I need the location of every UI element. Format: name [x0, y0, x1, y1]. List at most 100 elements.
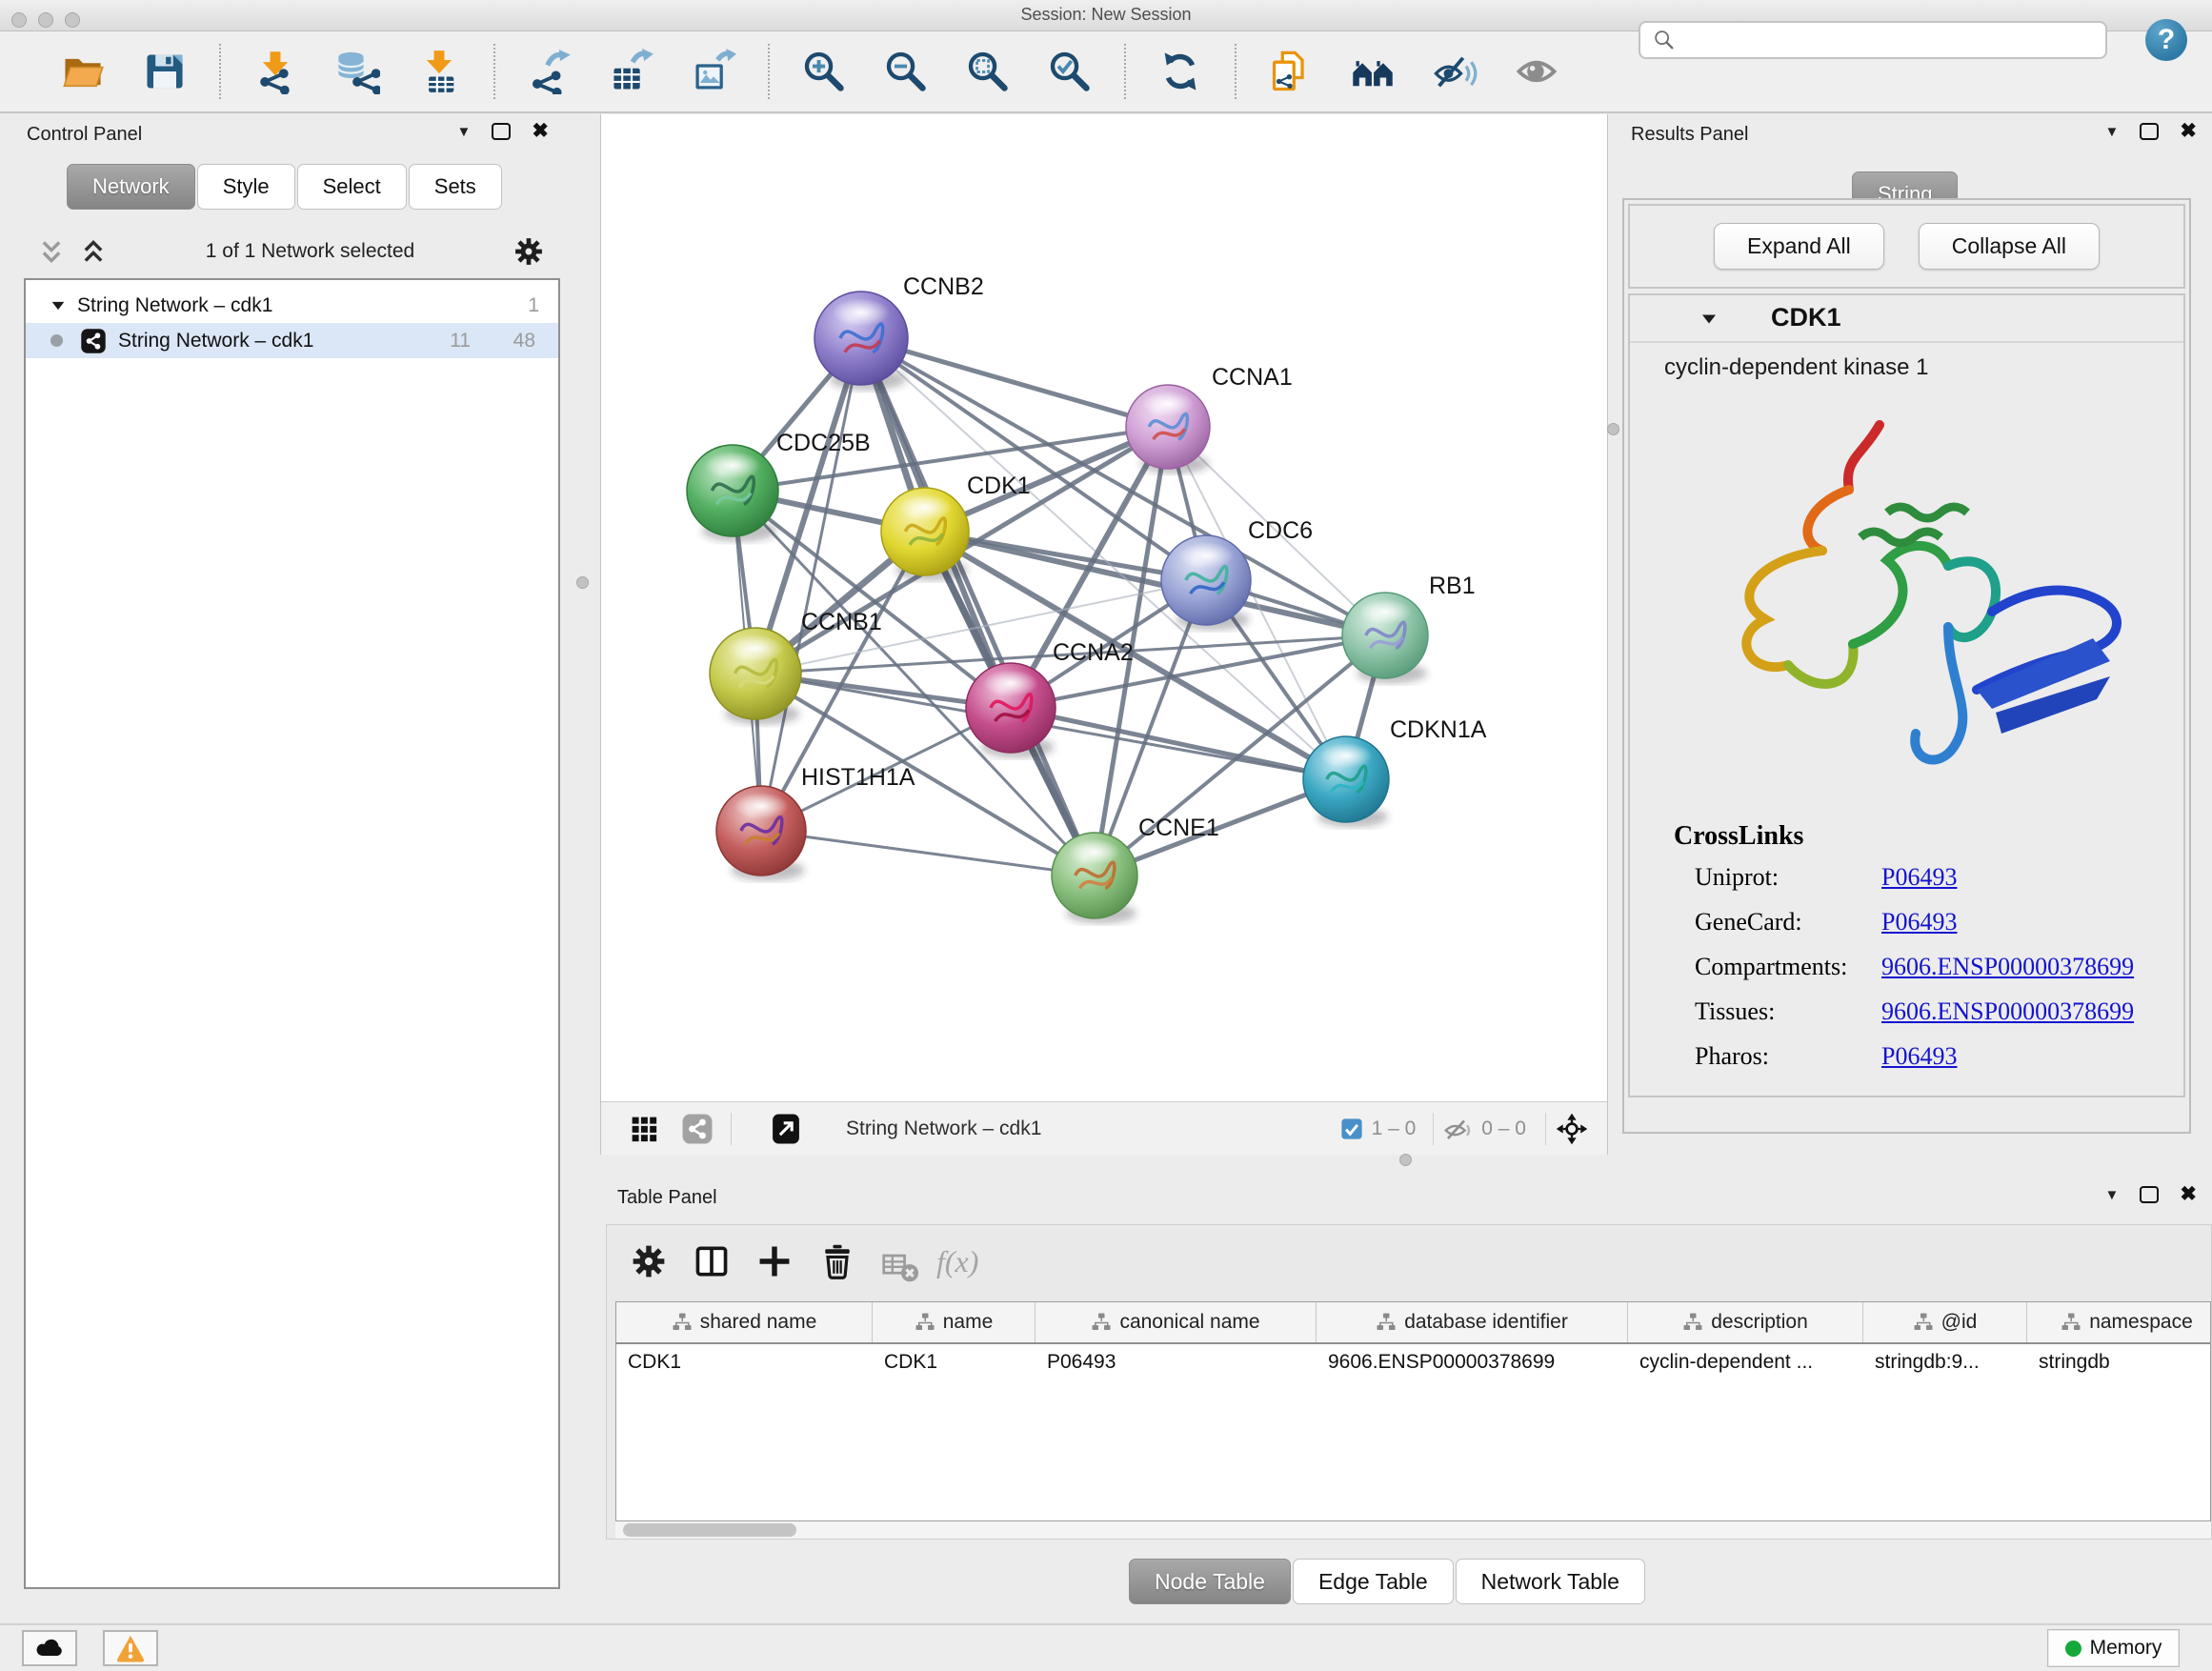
- left-splitter-handle[interactable]: [576, 576, 589, 589]
- table-cell[interactable]: stringdb:9...: [1863, 1344, 2027, 1379]
- add-column-icon[interactable]: [755, 1242, 794, 1280]
- maximize-panel-icon[interactable]: [492, 123, 511, 140]
- hide-glass-eye-icon[interactable]: [1430, 47, 1479, 96]
- close-panel-icon[interactable]: ✖: [2180, 1185, 2197, 1204]
- bottom-splitter-handle[interactable]: [1399, 1154, 1412, 1166]
- network-node-CCNA2[interactable]: [966, 663, 1056, 758]
- table-cell[interactable]: 9606.ENSP00000378699: [1317, 1344, 1628, 1379]
- open-session-icon[interactable]: [58, 47, 108, 96]
- scrollbar-thumb[interactable]: [623, 1523, 796, 1537]
- network-share-icon[interactable]: [681, 1113, 714, 1145]
- memory-button[interactable]: Memory: [2047, 1629, 2180, 1667]
- close-panel-icon[interactable]: ✖: [532, 122, 549, 141]
- close-panel-icon[interactable]: ✖: [2180, 122, 2197, 141]
- export-table-icon[interactable]: [607, 47, 656, 96]
- import-table-icon[interactable]: [414, 47, 464, 96]
- import-network-database-icon[interactable]: [332, 47, 382, 96]
- crosslink-link[interactable]: P06493: [1881, 863, 1957, 892]
- float-panel-icon[interactable]: ▼: [2105, 1187, 2120, 1203]
- maximize-panel-icon[interactable]: [2140, 123, 2159, 140]
- network-node-CDC25B[interactable]: [687, 445, 778, 542]
- network-node-CDKN1A[interactable]: [1303, 736, 1389, 827]
- show-eye-icon[interactable]: [1512, 47, 1561, 96]
- save-session-icon[interactable]: [140, 47, 190, 96]
- crosslink-link[interactable]: 9606.ENSP00000378699: [1881, 997, 2134, 1026]
- network-node-CCNA1[interactable]: [1126, 385, 1210, 473]
- zoom-in-icon[interactable]: [799, 47, 849, 96]
- network-node-RB1[interactable]: [1342, 593, 1428, 683]
- refresh-layout-icon[interactable]: [1156, 47, 1205, 96]
- cloud-button[interactable]: [22, 1630, 77, 1666]
- network-canvas[interactable]: CCNB2CCNA1CDC25BCDK1CDC6RB1CCNB1CCNA2CDK…: [601, 114, 1607, 1102]
- zoom-selected-icon[interactable]: [1045, 47, 1095, 96]
- toolbar-separator: [219, 44, 221, 99]
- table-settings-gear-icon[interactable]: [630, 1242, 668, 1280]
- float-panel-icon[interactable]: ▼: [2105, 124, 2120, 140]
- cdk1-entry-header[interactable]: CDK1: [1630, 295, 2183, 343]
- float-panel-icon[interactable]: ▼: [457, 124, 472, 140]
- export-image-icon[interactable]: [689, 47, 738, 96]
- tab-select[interactable]: Select: [297, 164, 407, 210]
- column-header-namespace[interactable]: namespace: [2027, 1302, 2211, 1342]
- toolbar-separator: [493, 44, 495, 99]
- collection-expander-icon[interactable]: [49, 296, 68, 315]
- network-node-CCNE1[interactable]: [1052, 833, 1137, 923]
- close-window-button[interactable]: [11, 12, 27, 28]
- network-node-CDC6[interactable]: [1161, 535, 1251, 631]
- column-header-shared-name[interactable]: shared name: [616, 1302, 873, 1342]
- table-cell[interactable]: cyclin-dependent ...: [1628, 1344, 1863, 1379]
- global-search-input[interactable]: [1684, 29, 2105, 52]
- birdseye-view-icon[interactable]: [770, 1113, 802, 1145]
- export-network-icon[interactable]: [525, 47, 574, 96]
- column-header-database-identifier[interactable]: database identifier: [1317, 1302, 1628, 1342]
- maximize-panel-icon[interactable]: [2140, 1186, 2159, 1203]
- collapse-all-button[interactable]: Collapse All: [1919, 223, 2100, 270]
- column-header-@id[interactable]: @id: [1863, 1302, 2027, 1342]
- zoom-out-icon[interactable]: [881, 47, 931, 96]
- table-horizontal-scrollbar[interactable]: [615, 1521, 2211, 1539]
- entry-expander-icon[interactable]: [1699, 309, 1719, 330]
- show-columns-icon[interactable]: [693, 1242, 731, 1280]
- network-node-HIST1H1A[interactable]: [716, 786, 806, 881]
- string-home-icon[interactable]: [1348, 47, 1398, 96]
- warnings-button[interactable]: [103, 1630, 158, 1666]
- zoom-fit-icon[interactable]: [963, 47, 1013, 96]
- table-cell[interactable]: stringdb: [2027, 1344, 2211, 1379]
- tab-network[interactable]: Network: [67, 164, 195, 210]
- network-collection-row[interactable]: String Network – cdk1 1: [26, 288, 558, 323]
- node-table[interactable]: shared namenamecanonical namedatabase id…: [615, 1301, 2211, 1521]
- column-header-name[interactable]: name: [873, 1302, 1036, 1342]
- table-row[interactable]: CDK1CDK1P064939606.ENSP00000378699cyclin…: [616, 1344, 2210, 1379]
- selected-counts: 1 – 0: [1372, 1117, 1417, 1140]
- expand-all-networks-icon[interactable]: [79, 237, 108, 266]
- table-cell[interactable]: CDK1: [873, 1344, 1036, 1379]
- fit-selected-crosshair-icon[interactable]: [1556, 1113, 1588, 1145]
- network-node-CCNB1[interactable]: [710, 628, 801, 725]
- tab-edge-table[interactable]: Edge Table: [1293, 1559, 1454, 1604]
- grid-view-icon[interactable]: [628, 1113, 660, 1145]
- expand-all-button[interactable]: Expand All: [1714, 223, 1884, 270]
- network-options-gear-icon[interactable]: [513, 235, 545, 268]
- copy-network-icon[interactable]: [1266, 47, 1316, 96]
- tab-style[interactable]: Style: [197, 164, 295, 210]
- table-cell[interactable]: CDK1: [616, 1344, 873, 1379]
- table-cell[interactable]: P06493: [1036, 1344, 1317, 1379]
- crosslink-link[interactable]: 9606.ENSP00000378699: [1881, 953, 2134, 981]
- minimize-window-button[interactable]: [38, 12, 53, 28]
- crosslink-link[interactable]: P06493: [1881, 1042, 1957, 1071]
- column-header-canonical-name[interactable]: canonical name: [1036, 1302, 1317, 1342]
- selected-checkbox-icon[interactable]: [1339, 1117, 1364, 1141]
- column-header-description[interactable]: description: [1628, 1302, 1863, 1342]
- zoom-window-button[interactable]: [65, 12, 80, 28]
- tab-node-table[interactable]: Node Table: [1129, 1559, 1291, 1604]
- tab-sets[interactable]: Sets: [409, 164, 502, 210]
- collapse-all-networks-icon[interactable]: [37, 237, 66, 266]
- network-row-selected[interactable]: String Network – cdk1 11 48: [26, 323, 558, 358]
- tab-network-table[interactable]: Network Table: [1456, 1559, 1645, 1604]
- hidden-eye-icon[interactable]: [1441, 1113, 1474, 1145]
- delete-column-icon[interactable]: [818, 1242, 856, 1280]
- import-network-file-icon[interactable]: [251, 47, 300, 96]
- crosslink-link[interactable]: P06493: [1881, 908, 1957, 936]
- network-node-CDK1[interactable]: [881, 488, 969, 581]
- help-button[interactable]: ?: [2145, 19, 2187, 61]
